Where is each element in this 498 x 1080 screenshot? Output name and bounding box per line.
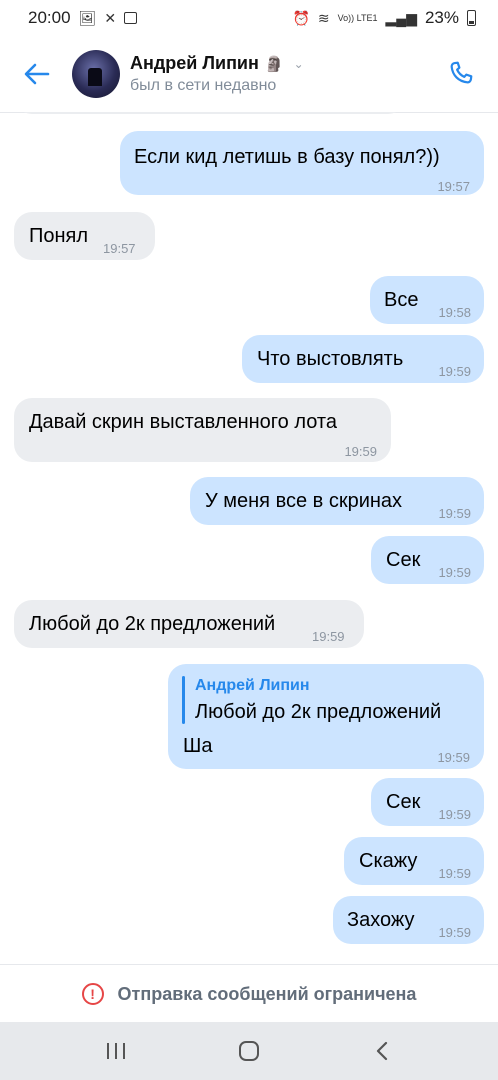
- warning-icon: !: [81, 983, 104, 1005]
- message-bubble[interactable]: Скажу 19:59: [344, 837, 484, 885]
- alarm-icon: ⏰: [292, 9, 310, 26]
- moai-emoji: 🗿: [264, 55, 284, 73]
- reply-message-bubble[interactable]: Андрей Липин Любой до 2к предложений Ша …: [168, 664, 484, 769]
- message-bubble[interactable]: Сек 19:59: [371, 778, 484, 826]
- message-bubble[interactable]: Сек 19:59: [371, 536, 484, 584]
- message-list[interactable]: Если кид летишь в базу понял?)) 19:57 По…: [0, 112, 498, 964]
- message-time: 19:59: [312, 629, 345, 644]
- gallery-icon: 🖼: [78, 9, 97, 26]
- message-time: 19:57: [103, 241, 136, 256]
- message-bubble[interactable]: Все 19:58: [370, 276, 484, 324]
- message-text: Понял: [29, 225, 89, 247]
- message-bubble[interactable]: Понял 19:57: [14, 212, 155, 260]
- messaging-restricted-bar: ! Отправка сообщений ограничена: [0, 964, 498, 1023]
- message-bubble[interactable]: Давай скрин выставленного лота 19:59: [14, 398, 391, 462]
- contact-name: Андрей Липин: [130, 53, 259, 73]
- missed-call-icon: ✕: [104, 9, 117, 26]
- wifi-icon: ≋: [317, 9, 330, 26]
- message-bubble[interactable]: Что выстовлять 19:59: [242, 335, 484, 383]
- message-time: 19:59: [438, 565, 471, 580]
- battery-percent: 23%: [424, 8, 459, 27]
- screenshot-icon: [124, 12, 138, 24]
- home-icon[interactable]: [219, 1031, 279, 1071]
- message-text: Скажу: [359, 850, 418, 872]
- message-text: Давай скрин выставленного лота: [29, 411, 337, 433]
- status-bar: 20:00 🖼 ✕ ⏰ ≋ Vo)) LTE1 ▂▄▆ 23%: [0, 0, 498, 36]
- message-bubble[interactable]: Захожу 19:59: [333, 896, 484, 944]
- contact-status: был в сети недавно: [130, 77, 277, 94]
- message-text: Сек: [386, 791, 421, 813]
- system-nav-bar: [0, 1022, 498, 1080]
- recent-apps-icon[interactable]: [86, 1031, 146, 1071]
- message-text: Если кид летишь в базу понял?)): [134, 146, 440, 168]
- signal-icon: ▂▄▆: [385, 9, 417, 26]
- status-time: 20:00: [28, 8, 71, 27]
- message-time: 19:59: [344, 444, 377, 459]
- message-time: 19:59: [438, 506, 471, 521]
- message-time: 19:59: [438, 866, 471, 881]
- message-text: У меня все в скринах: [205, 490, 403, 512]
- reply-indicator: [182, 676, 185, 724]
- chat-header: Андрей Липин 🗿 ⌄ был в сети недавно: [0, 36, 498, 112]
- message-text: Все: [384, 289, 419, 311]
- message-time: 19:58: [438, 305, 471, 320]
- message-text: Сек: [386, 549, 421, 571]
- message-text: Любой до 2к предложений: [29, 613, 276, 635]
- back-nav-icon[interactable]: [352, 1031, 412, 1071]
- chevron-down-icon: ⌄: [293, 56, 304, 71]
- back-arrow-icon[interactable]: [20, 57, 54, 91]
- phone-icon[interactable]: [444, 56, 478, 90]
- network-label: Vo)) LTE1: [337, 12, 378, 23]
- battery-icon: [467, 10, 476, 26]
- restriction-text: Отправка сообщений ограничена: [117, 983, 417, 1004]
- contact-info[interactable]: Андрей Липин 🗿 ⌄ был в сети недавно: [130, 53, 304, 95]
- reply-author: Андрей Липин: [195, 677, 310, 694]
- message-text: Захожу: [347, 909, 415, 931]
- message-time: 19:59: [438, 364, 471, 379]
- message-text: Ша: [183, 735, 213, 757]
- message-bubble[interactable]: Любой до 2к предложений 19:59: [14, 600, 364, 648]
- avatar[interactable]: [72, 50, 120, 98]
- message-time: 19:57: [437, 179, 470, 194]
- message-time: 19:59: [438, 925, 471, 940]
- message-text: Что выстовлять: [257, 348, 404, 370]
- message-bubble[interactable]: У меня все в скринах 19:59: [190, 477, 484, 525]
- message-bubble[interactable]: Если кид летишь в базу понял?)) 19:57: [120, 131, 484, 195]
- reply-quote-text: Любой до 2к предложений: [195, 701, 442, 723]
- message-time: 19:59: [437, 750, 470, 765]
- message-bubble-partial: [14, 112, 406, 114]
- message-time: 19:59: [438, 807, 471, 822]
